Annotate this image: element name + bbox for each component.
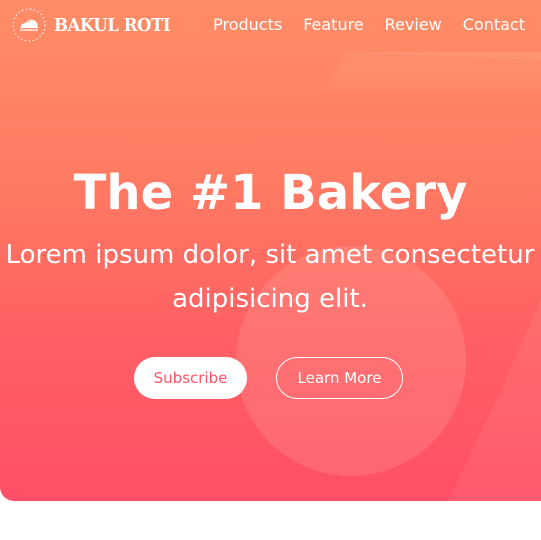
hero-section: BAKUL ROTI Products Feature Review Conta… [0, 0, 541, 501]
nav-links: Products Feature Review Contact [213, 15, 525, 34]
nav-link-contact[interactable]: Contact [463, 15, 525, 34]
brand-name: BAKUL ROTI [54, 14, 171, 36]
hero-subtitle-line-2: adipisicing elit. [172, 284, 368, 314]
bread-slice-icon [12, 8, 46, 42]
nav-link-feature[interactable]: Feature [303, 15, 363, 34]
nav-link-review[interactable]: Review [385, 15, 442, 34]
subscribe-button[interactable]: Subscribe [134, 357, 247, 399]
learn-more-button[interactable]: Learn More [276, 357, 403, 399]
hero-title: The #1 Bakery [73, 165, 468, 221]
navbar: BAKUL ROTI Products Feature Review Conta… [0, 0, 541, 54]
hero-subtitle-line-1: Lorem ipsum dolor, sit amet consectetur [5, 240, 535, 270]
nav-link-products[interactable]: Products [213, 15, 282, 34]
brand-logo[interactable]: BAKUL ROTI [10, 6, 180, 44]
hero-subtitle: Lorem ipsum dolor, sit amet consectetur … [0, 233, 541, 321]
